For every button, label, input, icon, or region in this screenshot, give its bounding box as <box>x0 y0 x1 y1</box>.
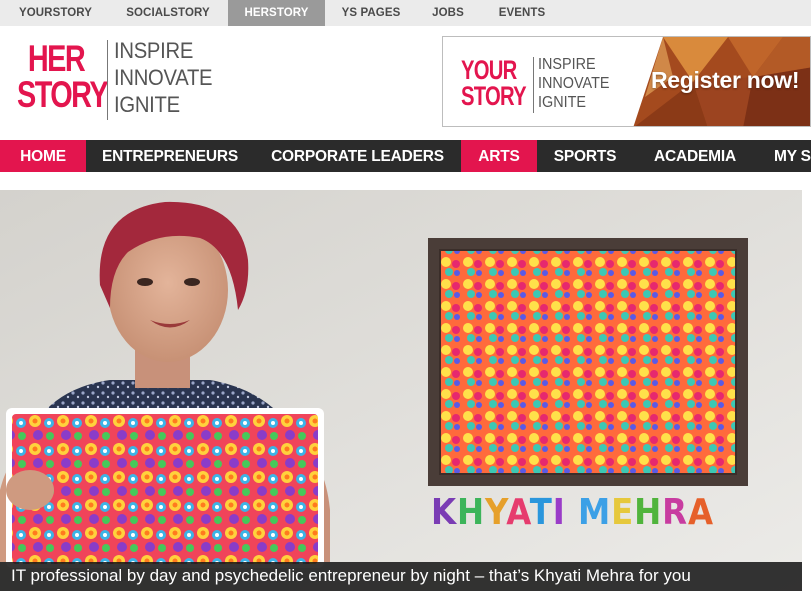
ad-tagline-ignite: IGNITE <box>538 94 587 111</box>
nav-academia[interactable]: ACADEMIA <box>633 140 757 172</box>
hero-caption-text[interactable]: IT professional by day and psychedelic e… <box>11 565 691 587</box>
logo-tagline-inspire: INSPIRE <box>114 38 194 63</box>
network-tab-yourstory[interactable]: YOURSTORY <box>8 0 103 26</box>
herstory-logo[interactable]: HER STORY INSPIRE INNOVATE IGNITE <box>6 38 236 128</box>
network-bar: YOURSTORY SOCIALSTORY HERSTORY YS PAGES … <box>0 0 811 26</box>
nav-sports[interactable]: SPORTS <box>537 140 633 172</box>
nav-entrepreneurs[interactable]: ENTREPRENEURS <box>86 140 254 172</box>
artist-name-overlay: KHYATI MEHRA <box>431 494 714 532</box>
nav-home[interactable]: HOME <box>0 140 86 172</box>
logo-divider <box>107 40 108 120</box>
register-now-button[interactable]: Register now! <box>651 67 799 93</box>
logo-tagline-innovate: INNOVATE <box>114 65 213 90</box>
artist-name-text: KHYATI MEHRA <box>431 492 714 533</box>
logo-tagline-ignite: IGNITE <box>114 92 180 117</box>
nav-my-stories-truncated[interactable]: MY S <box>757 140 811 172</box>
ad-banner-register[interactable]: YOUR STORY INSPIRE INNOVATE IGNITE Regis… <box>442 36 811 127</box>
ad-yourstory-your: YOUR <box>461 55 517 85</box>
logo-story-text: STORY <box>17 74 109 115</box>
network-tab-herstory[interactable]: HERSTORY <box>228 0 325 26</box>
network-tab-ys-pages[interactable]: YS PAGES <box>330 0 412 26</box>
ad-tagline-inspire: INSPIRE <box>538 56 596 73</box>
nav-arts[interactable]: ARTS <box>461 140 537 172</box>
network-tab-jobs[interactable]: JOBS <box>420 0 476 26</box>
main-nav: HOME ENTREPRENEURS CORPORATE LEADERS ART… <box>0 140 811 172</box>
nav-corporate-leaders[interactable]: CORPORATE LEADERS <box>254 140 461 172</box>
ad-tagline-innovate: INNOVATE <box>538 75 610 92</box>
network-tab-events[interactable]: EVENTS <box>486 0 558 26</box>
hero-caption-bar[interactable]: IT professional by day and psychedelic e… <box>0 562 802 591</box>
network-tab-socialstory[interactable]: SOCIALSTORY <box>113 0 223 26</box>
ad-divider <box>533 57 534 113</box>
ad-yourstory-story: STORY <box>461 81 527 111</box>
logo-her-text: HER <box>27 38 86 79</box>
